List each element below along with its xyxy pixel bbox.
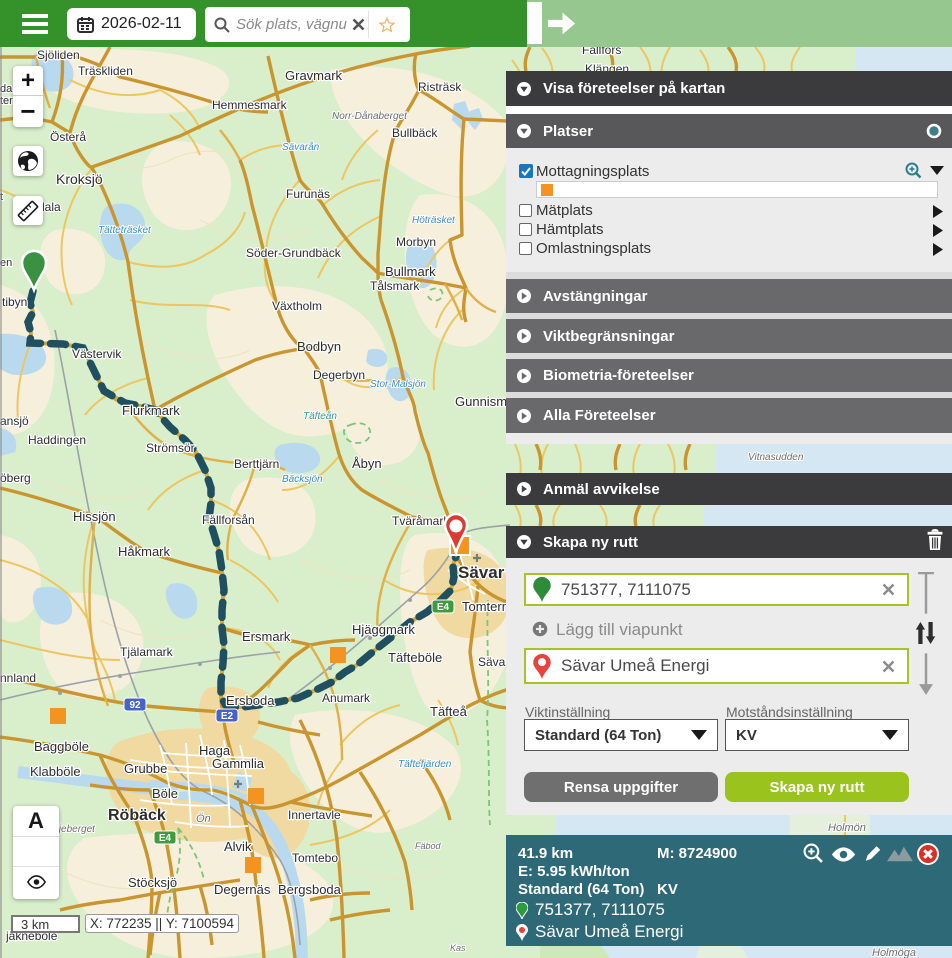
svg-text:Stor-Malsjön: Stor-Malsjön — [370, 379, 426, 390]
svg-text:Stöcksjö: Stöcksjö — [128, 875, 177, 890]
svg-text:Gravmark: Gravmark — [285, 68, 343, 83]
svg-text:Hissjön: Hissjön — [73, 509, 116, 524]
svg-text:Klabböle: Klabböle — [30, 764, 81, 779]
svg-text:Höträsket: Höträsket — [412, 215, 456, 226]
svg-text:Kroksjö: Kroksjö — [56, 171, 103, 187]
svg-text:Holmöga: Holmöga — [872, 947, 916, 958]
svg-text:Ön: Ön — [196, 813, 211, 825]
svg-text:Innertavle: Innertavle — [288, 808, 341, 822]
svg-text:Risträsk: Risträsk — [418, 80, 462, 94]
svg-text:E2: E2 — [221, 711, 234, 722]
svg-text:Degernäs: Degernäs — [214, 882, 271, 897]
svg-text:Vitnasudden: Vitnasudden — [748, 452, 804, 463]
svg-text:Bergsboda: Bergsboda — [278, 882, 342, 897]
svg-text:Österå: Österå — [50, 130, 86, 144]
svg-text:Täfteböle: Täfteböle — [388, 650, 442, 665]
svg-text:Haddingen: Haddingen — [28, 433, 86, 447]
svg-text:Anumark: Anumark — [322, 691, 371, 705]
svg-text:Bullmark: Bullmark — [385, 264, 436, 279]
svg-text:Tjälamark: Tjälamark — [120, 645, 174, 659]
svg-text:Söder-Grundbäck: Söder-Grundbäck — [246, 246, 342, 260]
svg-text:Ersmark: Ersmark — [242, 629, 291, 644]
svg-text:Tätteträsket: Tätteträsket — [98, 225, 152, 236]
svg-text:ansjö: ansjö — [0, 414, 29, 428]
svg-text:Böle: Böle — [152, 786, 178, 801]
svg-text:Fällforsån: Fällforsån — [202, 513, 255, 527]
svg-text:Alvik: Alvik — [224, 839, 252, 854]
svg-text:Berttjärn: Berttjärn — [234, 457, 279, 471]
svg-text:Täftefjärden: Täftefjärden — [398, 759, 452, 770]
svg-text:Strömsör: Strömsör — [146, 441, 195, 455]
svg-text:Gammlia: Gammlia — [212, 756, 265, 771]
svg-text:Tålsmark: Tålsmark — [370, 279, 420, 293]
svg-text:Baggböle: Baggböle — [34, 739, 89, 754]
svg-text:Sjöliden: Sjöliden — [37, 48, 80, 62]
svg-text:Furunäs: Furunäs — [286, 187, 330, 201]
svg-text:Åbyn: Åbyn — [352, 456, 382, 471]
svg-text:Fäbod: Fäbod — [415, 841, 442, 851]
svg-text:E4: E4 — [437, 602, 450, 613]
svg-text:Tväråmark: Tväråmark — [392, 514, 450, 528]
svg-text:Norr-Dånaberget: Norr-Dånaberget — [332, 110, 408, 122]
svg-text:Bäcksjön: Bäcksjön — [282, 474, 323, 485]
svg-text:Hjäggmark: Hjäggmark — [352, 622, 415, 637]
svg-text:E4: E4 — [159, 833, 172, 844]
svg-text:92: 92 — [129, 700, 141, 711]
svg-text:Flurkmark: Flurkmark — [122, 403, 180, 418]
svg-text:Ersboda: Ersboda — [226, 693, 275, 708]
svg-text:Sävar: Sävar — [458, 563, 505, 582]
svg-text:Degerbyn: Degerbyn — [313, 368, 365, 382]
svg-text:Växtholm: Växtholm — [272, 299, 322, 313]
svg-text:Sävarån: Sävarån — [282, 141, 320, 153]
svg-text:nnland: nnland — [0, 671, 36, 685]
svg-text:Bullbäck: Bullbäck — [392, 126, 438, 140]
svg-text:Hemmesmark: Hemmesmark — [212, 98, 288, 112]
svg-text:Tomtern: Tomtern — [462, 599, 509, 614]
svg-text:Röbäck: Röbäck — [108, 807, 166, 824]
svg-text:tibyn: tibyn — [2, 295, 27, 309]
svg-text:Täfteå: Täfteå — [430, 704, 468, 719]
svg-text:Holmön: Holmön — [828, 822, 866, 834]
svg-text:Kas: Kas — [450, 943, 466, 953]
svg-text:öberg: öberg — [0, 471, 31, 485]
svg-text:Tomtebo: Tomtebo — [292, 851, 338, 865]
svg-text:Håkmark: Håkmark — [118, 544, 171, 559]
svg-text:Täfteån: Täfteån — [303, 410, 337, 422]
svg-text:Träskliden: Träskliden — [78, 64, 133, 78]
svg-text:Västervik: Västervik — [72, 347, 122, 361]
svg-text:Säva: Säva — [478, 655, 506, 669]
svg-text:Bodbyn: Bodbyn — [297, 339, 341, 354]
svg-text:Grubbe: Grubbe — [124, 761, 167, 776]
svg-text:Gunnism: Gunnism — [455, 394, 507, 409]
svg-text:Morbyn: Morbyn — [396, 235, 436, 249]
